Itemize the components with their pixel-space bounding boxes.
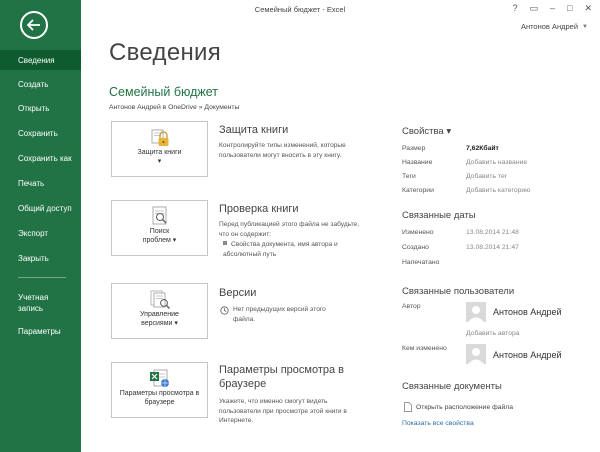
related-documents-heading: Связанные документы [402, 381, 502, 392]
close-icon[interactable]: ✕ [584, 3, 592, 13]
printed-label: Напечатано [402, 259, 440, 266]
protect-title: Защита книги [219, 124, 289, 136]
inspect-bullet-text: Свойства документа, имя автора и абсолют… [223, 241, 338, 258]
related-dates-heading: Связанные даты [402, 210, 476, 221]
excel-globe-icon [149, 369, 169, 387]
related-people-heading: Связанные пользователи [402, 286, 515, 297]
versions-description: Нет предыдущих версий этого файла. [233, 306, 326, 323]
inspect-document-icon [152, 206, 167, 225]
properties-dropdown[interactable]: Свойства ▾ [402, 126, 451, 137]
check-issues-button[interactable]: Поиск проблем ▾ [111, 200, 208, 256]
check-issues-label: Поиск проблем ▾ [142, 228, 177, 244]
nav-save[interactable]: Сохранить [0, 128, 81, 139]
protect-button-label: Защита книги ▾ [137, 149, 182, 165]
excel-backstage: Сведения Создать Открыть Сохранить Сохра… [0, 0, 600, 452]
nav-close[interactable]: Закрыть [0, 253, 81, 264]
open-file-location-link[interactable]: Открыть расположение файла [404, 402, 513, 412]
author-name[interactable]: Антонов Андрей [493, 307, 562, 317]
nav-new[interactable]: Создать [0, 79, 81, 90]
user-name: Антонов Андрей [520, 22, 579, 31]
versions-icon [150, 290, 170, 310]
nav-options[interactable]: Параметры [0, 326, 81, 337]
lock-icon [151, 129, 168, 146]
versions-title: Версии [219, 287, 257, 299]
browser-description: Укажите, что именно смогут видеть пользо… [219, 398, 347, 424]
document-icon [404, 402, 412, 412]
manage-versions-label: Управление версиями ▾ [140, 311, 179, 327]
window-controls: ? ▭ – □ ✕ [512, 3, 592, 13]
document-path: Антонов Андрей в OneDrive » Документы [109, 104, 240, 111]
nav-open[interactable]: Открыть [0, 103, 81, 114]
back-arrow-icon [27, 19, 40, 31]
title-label: Название [402, 159, 433, 166]
modified-by-avatar [466, 344, 486, 364]
clock-icon [220, 306, 229, 315]
protect-description: Контролируйте типы изменений, которые по… [219, 142, 346, 159]
created-value: 13.08.2014 21:47 [466, 244, 519, 251]
tags-field[interactable]: Добавить тег [466, 173, 507, 180]
categories-label: Категории [402, 187, 434, 194]
user-account[interactable]: Антонов Андрей ▼ [521, 22, 588, 31]
minimize-icon[interactable]: – [550, 3, 555, 13]
help-icon[interactable]: ? [512, 3, 517, 13]
bullet-icon [223, 241, 227, 245]
modified-label: Изменено [402, 229, 434, 236]
nav-print[interactable]: Печать [0, 178, 81, 189]
nav-share[interactable]: Общий доступ [0, 203, 81, 214]
browser-view-options-label: Параметры просмотра в браузере [119, 390, 200, 406]
size-label: Размер [402, 145, 426, 152]
add-author-link[interactable]: Добавить автора [466, 330, 520, 337]
chevron-down-icon: ▼ [582, 23, 588, 30]
created-label: Создано [402, 244, 429, 251]
inspect-bullet: Свойства документа, имя автора и абсолют… [223, 240, 348, 259]
browser-title: Параметры просмотра в браузере [219, 364, 344, 390]
nav-save-as[interactable]: Сохранить как [0, 153, 81, 164]
person-icon [468, 306, 484, 322]
ribbon-display-icon[interactable]: ▭ [529, 3, 538, 13]
modified-by-name[interactable]: Антонов Андрей [493, 350, 562, 360]
modified-value: 13.08.2014 21:48 [466, 229, 519, 236]
open-file-location-text: Открыть расположение файла [416, 403, 514, 411]
nav-info[interactable]: Сведения [0, 50, 81, 70]
author-label: Автор [402, 303, 421, 310]
inspect-description: Перед публикацией этого файла не забудьт… [219, 221, 360, 238]
backstage-sidebar: Сведения Создать Открыть Сохранить Сохра… [0, 0, 81, 452]
window-title: Семейный бюджет - Excel [254, 5, 346, 14]
nav-export[interactable]: Экспорт [0, 228, 81, 239]
inspect-title: Проверка книги [219, 203, 299, 215]
show-all-properties-link[interactable]: Показать все свойства [402, 420, 474, 427]
modified-by-label: Кем изменено [402, 345, 447, 352]
nav-divider [18, 277, 66, 278]
title-field[interactable]: Добавить название [466, 159, 527, 166]
size-value: 7,62Кбайт [466, 145, 499, 152]
person-icon [468, 348, 484, 364]
categories-field[interactable]: Добавить категорию [466, 187, 530, 194]
tags-label: Теги [402, 173, 416, 180]
protect-workbook-button[interactable]: Защита книги ▾ [111, 121, 208, 177]
page-title: Сведения [109, 39, 222, 66]
browser-view-options-button[interactable]: Параметры просмотра в браузере [111, 362, 208, 418]
manage-versions-button[interactable]: Управление версиями ▾ [111, 283, 208, 339]
back-button[interactable] [20, 11, 48, 39]
author-avatar [466, 302, 486, 322]
document-name: Семейный бюджет [109, 85, 219, 99]
maximize-icon[interactable]: □ [567, 3, 572, 13]
nav-account[interactable]: Учетная запись [0, 292, 60, 314]
